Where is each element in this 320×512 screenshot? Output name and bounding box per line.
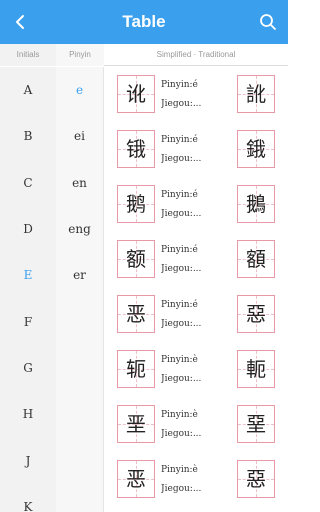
initials-list[interactable]: ABCDEFGHJK [0, 67, 56, 512]
simplified-character: 垩 [126, 412, 146, 436]
jiegou-text: Jiegou:... [161, 374, 202, 384]
jiegou-text: Jiegou:... [161, 99, 202, 109]
simplified-character: 讹 [126, 82, 146, 106]
character-info: Pinyin:è Jiegou:... [161, 406, 233, 444]
character-row[interactable]: 锇 Pinyin:é Jiegou:... 鋨 [104, 122, 288, 177]
character-info: Pinyin:é Jiegou:... [161, 241, 233, 279]
character-row[interactable]: 轭 Pinyin:è Jiegou:... 軛 [104, 342, 288, 397]
pinyin-item[interactable]: er [56, 260, 103, 290]
simplified-character: 轭 [126, 357, 146, 381]
simplified-character: 锇 [126, 137, 146, 161]
simplified-grid: 轭 [117, 350, 155, 388]
jiegou-text: Jiegou:... [161, 209, 202, 219]
character-row[interactable]: 垩 Pinyin:è Jiegou:... 堊 [104, 397, 288, 452]
pinyin-item[interactable]: en [56, 168, 103, 198]
jiegou-text: Jiegou:... [161, 319, 202, 329]
pinyin-text: Pinyin:è [161, 465, 198, 475]
character-info: Pinyin:è Jiegou:... [161, 351, 233, 389]
traditional-grid: 額 [237, 240, 275, 278]
pinyin-item[interactable]: e [56, 75, 103, 105]
character-info: Pinyin:è Jiegou:... [161, 461, 233, 499]
pinyin-text: Pinyin:é [161, 300, 198, 310]
pinyin-header: Pinyin [56, 44, 104, 66]
pinyin-item[interactable]: eng [56, 214, 103, 244]
column-headers: Initials Pinyin Simplified · Traditional [0, 44, 288, 66]
simplified-grid: 讹 [117, 75, 155, 113]
traditional-grid: 鵝 [237, 185, 275, 223]
simplified-grid: 锇 [117, 130, 155, 168]
simplified-grid: 垩 [117, 405, 155, 443]
initial-item[interactable]: A [0, 75, 56, 105]
initial-item[interactable]: C [0, 168, 56, 198]
search-icon [260, 14, 276, 30]
character-row[interactable]: 鹅 Pinyin:é Jiegou:... 鵝 [104, 177, 288, 232]
simplified-character: 恶 [126, 467, 146, 491]
character-list[interactable]: 讹 Pinyin:é Jiegou:... 訛锇 Pinyin:é Jiegou:... 鋨… [104, 67, 288, 512]
initial-item[interactable]: E [0, 260, 56, 290]
traditional-grid: 堊 [237, 405, 275, 443]
initial-item[interactable]: B [0, 121, 56, 151]
traditional-grid: 惡 [237, 295, 275, 333]
pinyin-text: Pinyin:é [161, 245, 198, 255]
traditional-character: 額 [246, 247, 266, 271]
character-row[interactable]: 恶 Pinyin:è Jiegou:... 惡 [104, 452, 288, 507]
simplified-grid: 额 [117, 240, 155, 278]
initials-header: Initials [0, 44, 56, 66]
characters-header: Simplified · Traditional [156, 50, 236, 59]
jiegou-text: Jiegou:... [161, 154, 202, 164]
traditional-grid: 訛 [237, 75, 275, 113]
character-info: Pinyin:é Jiegou:... [161, 131, 233, 169]
initial-item[interactable]: G [0, 353, 56, 383]
jiegou-text: Jiegou:... [161, 484, 202, 494]
character-row[interactable]: 额 Pinyin:é Jiegou:... 額 [104, 232, 288, 287]
simplified-grid: 鹅 [117, 185, 155, 223]
jiegou-text: Jiegou:... [161, 429, 202, 439]
simplified-grid: 恶 [117, 295, 155, 333]
character-row[interactable]: 讹 Pinyin:é Jiegou:... 訛 [104, 67, 288, 122]
search-button[interactable] [252, 6, 284, 38]
traditional-character: 訛 [246, 82, 266, 106]
pinyin-text: Pinyin:è [161, 355, 198, 365]
initial-item[interactable]: K [0, 492, 56, 512]
pinyin-item[interactable]: ei [56, 121, 103, 151]
pinyin-list[interactable]: e ei en eng er [56, 67, 104, 512]
pinyin-text: Pinyin:é [161, 135, 198, 145]
page-title: Table [122, 12, 166, 31]
simplified-grid: 恶 [117, 460, 155, 498]
character-row[interactable]: 恶 Pinyin:é Jiegou:... 惡 [104, 287, 288, 342]
traditional-character: 堊 [246, 412, 266, 436]
pinyin-text: Pinyin:é [161, 190, 198, 200]
traditional-character: 惡 [246, 302, 266, 326]
traditional-character: 惡 [246, 467, 266, 491]
initial-item[interactable]: J [0, 446, 56, 476]
traditional-character: 鋨 [246, 137, 266, 161]
initial-item[interactable]: F [0, 307, 56, 337]
traditional-grid: 軛 [237, 350, 275, 388]
pinyin-text: Pinyin:é [161, 80, 198, 90]
initial-item[interactable]: H [0, 399, 56, 429]
simplified-character: 恶 [126, 302, 146, 326]
simplified-character: 鹅 [126, 192, 146, 216]
traditional-character: 鵝 [246, 192, 266, 216]
traditional-character: 軛 [246, 357, 266, 381]
app-bar: Table [0, 0, 288, 44]
pinyin-text: Pinyin:è [161, 410, 198, 420]
initial-item[interactable]: D [0, 214, 56, 244]
traditional-grid: 鋨 [237, 130, 275, 168]
traditional-grid: 惡 [237, 460, 275, 498]
character-info: Pinyin:é Jiegou:... [161, 186, 233, 224]
simplified-character: 额 [126, 247, 146, 271]
jiegou-text: Jiegou:... [161, 264, 202, 274]
character-info: Pinyin:é Jiegou:... [161, 76, 233, 114]
character-info: Pinyin:é Jiegou:... [161, 296, 233, 334]
